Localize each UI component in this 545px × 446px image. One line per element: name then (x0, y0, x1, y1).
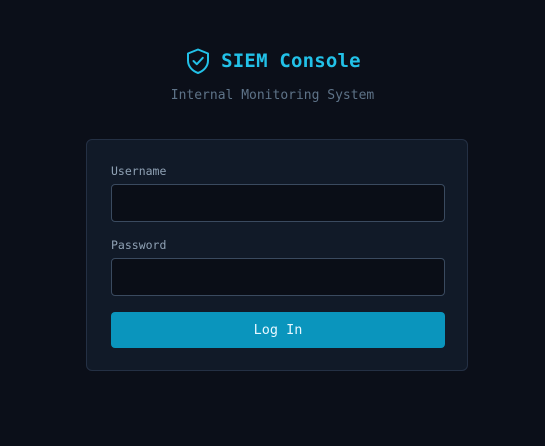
password-label: Password (111, 238, 167, 252)
brand-header: SIEM Console (0, 47, 545, 75)
password-input[interactable] (111, 258, 445, 296)
login-button[interactable]: Log In (111, 312, 445, 348)
app-title: SIEM Console (221, 50, 361, 72)
app-subtitle: Internal Monitoring System (170, 88, 375, 103)
username-input[interactable] (111, 184, 445, 222)
login-form: Username Password Log In (86, 139, 468, 371)
username-label: Username (111, 164, 167, 178)
shield-check-icon (184, 47, 212, 75)
login-page: SIEM Console Internal Monitoring System … (0, 0, 545, 446)
